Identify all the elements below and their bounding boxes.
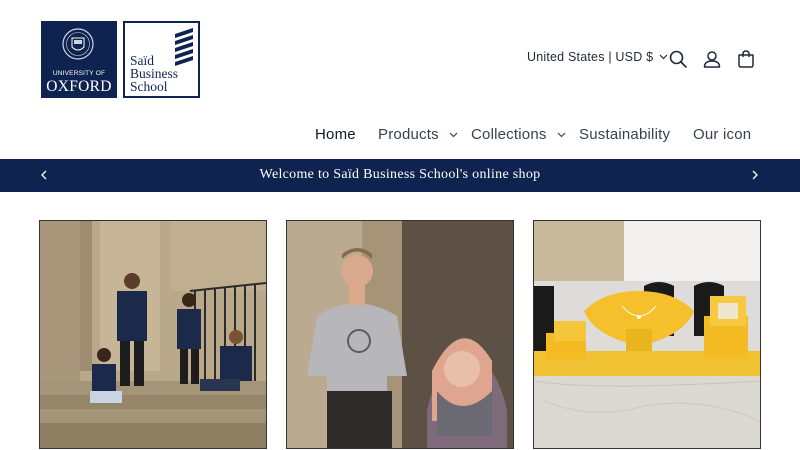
account-icon [703, 51, 721, 68]
product-card-1[interactable] [39, 220, 267, 449]
main-navigation: Home Products Collections Sustainability… [0, 126, 800, 148]
nav-item-label: Products [378, 126, 439, 143]
search-icon [669, 50, 687, 68]
chevron-right-icon[interactable] [749, 169, 761, 181]
search-button[interactable] [667, 48, 689, 70]
oxford-name: OXFORD [46, 78, 112, 95]
tshirt-models-photo [287, 221, 513, 448]
product-card-2[interactable] [286, 220, 514, 449]
nav-item-collections[interactable]: Collections [471, 126, 566, 143]
said-wordmark: Saïd Business School [130, 54, 178, 94]
said-line-3: School [130, 79, 168, 94]
cart-button[interactable] [735, 48, 757, 70]
nav-item-our-icon[interactable]: Our icon [693, 126, 751, 143]
chevron-down-icon [557, 132, 566, 137]
cart-icon [738, 50, 754, 68]
oxford-small-text: UNIVERSITY OF [52, 70, 106, 77]
oxford-logo[interactable]: UNIVERSITY OF OXFORD [41, 21, 117, 98]
nav-item-label: Sustainability [579, 126, 671, 143]
nav-item-label: Home [315, 126, 356, 143]
nav-item-label: Our icon [693, 126, 752, 143]
locale-label: United States | USD $ [527, 50, 654, 64]
nav-item-label: Collections [471, 126, 547, 143]
jewellery-display-photo [534, 221, 760, 448]
group-on-steps-photo [40, 221, 266, 448]
country-currency-selector[interactable]: United States | USD $ [527, 50, 668, 64]
account-button[interactable] [701, 48, 723, 70]
announcement-bar: Welcome to Saïd Business School's online… [0, 159, 800, 192]
product-card-3[interactable] [533, 220, 761, 449]
chevron-down-icon [449, 132, 458, 137]
nav-item-home[interactable]: Home [315, 126, 356, 143]
announcement-message: Welcome to Saïd Business School's online… [259, 167, 541, 182]
site-header: UNIVERSITY OF OXFORD Saïd Business Schoo… [0, 0, 800, 159]
nav-item-products[interactable]: Products [378, 126, 458, 143]
oxford-crest-icon [62, 28, 94, 60]
nav-item-sustainability[interactable]: Sustainability [579, 126, 670, 143]
said-business-school-logo[interactable]: Saïd Business School [123, 21, 200, 98]
